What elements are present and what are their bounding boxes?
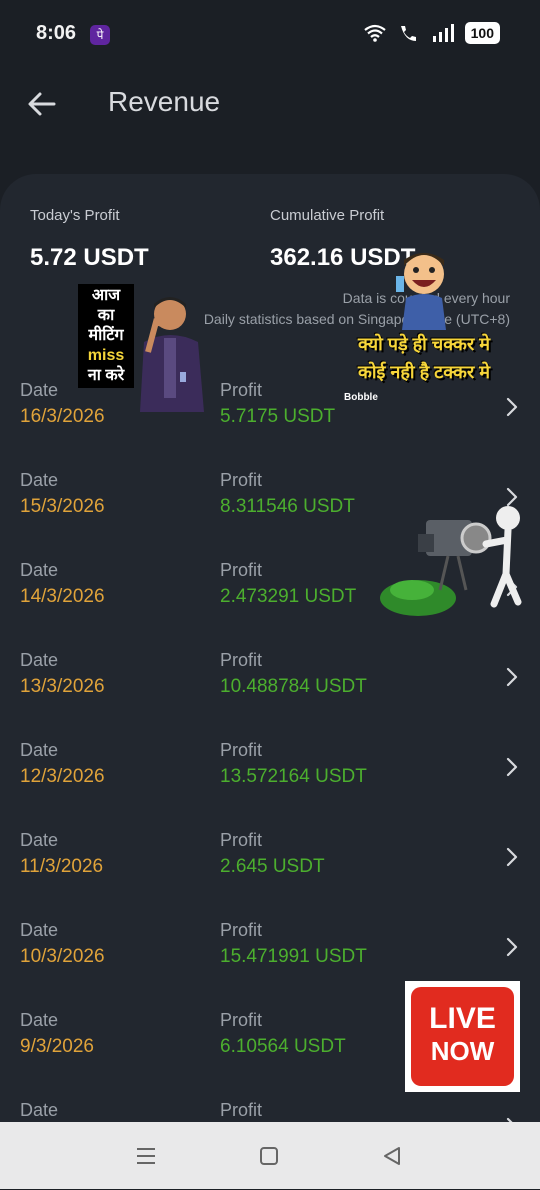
profit-label: Profit (220, 920, 263, 940)
live-now-inner: LIVE NOW (411, 987, 514, 1086)
chevron-right-icon[interactable] (504, 756, 520, 778)
wifi-call-icon (400, 26, 416, 41)
back-nav-icon[interactable] (380, 1144, 404, 1168)
todays-profit-label: Today's Profit (30, 207, 120, 224)
system-icons: 100 (363, 22, 500, 44)
status-time: 8:06 (36, 22, 77, 44)
sticker-line: मीटिंग (88, 327, 124, 344)
phonepe-notification-icon: पे (90, 25, 110, 45)
profit-label: Profit (220, 1010, 263, 1030)
sticker-caption-line: कोई नही है टक्कर मे (358, 362, 490, 382)
profit-label: Profit (220, 470, 263, 490)
profit-value: 5.7175 USDT (220, 406, 336, 427)
date-label: Date (20, 920, 59, 940)
chevron-right-icon[interactable] (504, 666, 520, 688)
date-value: 14/3/2026 (20, 586, 105, 607)
date-value: 13/3/2026 (20, 676, 105, 697)
revenue-row[interactable]: Date 13/3/2026 Profit 10.488784 USDT (0, 650, 540, 740)
back-arrow-icon[interactable] (26, 88, 58, 120)
profit-value: 2.473291 USDT (220, 586, 357, 607)
signal-icon (432, 24, 454, 42)
page-title: Revenue (108, 86, 221, 117)
sticker-line: ना करे (87, 367, 125, 384)
date-label: Date (20, 740, 59, 760)
date-label: Date (20, 470, 59, 490)
revenue-row[interactable]: Date 11/3/2026 Profit 2.645 USDT (0, 830, 540, 920)
battery-indicator: 100 (464, 22, 500, 44)
header: Revenue (0, 70, 540, 140)
sticker-line: आज (91, 287, 121, 304)
profit-value: 10.488784 USDT (220, 676, 367, 697)
chevron-right-icon[interactable] (504, 846, 520, 868)
android-nav-bar (0, 1122, 540, 1189)
date-value: 10/3/2026 (20, 946, 105, 967)
cumulative-profit-label: Cumulative Profit (270, 207, 385, 224)
revenue-row[interactable]: Date 12/3/2026 Profit 13.572164 USDT (0, 740, 540, 830)
profit-label: Profit (220, 650, 263, 670)
home-nav-icon[interactable] (257, 1144, 281, 1168)
date-label: Date (20, 830, 59, 850)
profit-label: Profit (220, 740, 263, 760)
laughing-character-illustration (396, 253, 446, 330)
date-label: Date (20, 1010, 59, 1030)
meeting-sticker: आज का मीटिंग miss ना करे (78, 284, 208, 412)
status-bar: 8:06 पे 100 (0, 0, 540, 70)
date-label: Date (20, 650, 59, 670)
live-now-badge: LIVE NOW (405, 981, 520, 1092)
menu-nav-icon[interactable] (134, 1144, 158, 1168)
sticker-text: आज का मीटिंग miss ना करे (78, 284, 134, 388)
sticker-line: का (97, 307, 115, 324)
profit-label: Profit (220, 380, 263, 400)
profit-label: Profit (220, 830, 263, 850)
sticker-caption: क्यो पड़े ही चक्कर मे कोई नही है टक्कर म… (336, 330, 512, 386)
date-label: Date (20, 1100, 59, 1120)
profit-value: 15.471991 USDT (220, 946, 367, 967)
profit-value: 2.645 USDT (220, 856, 325, 877)
wifi-icon (363, 24, 386, 42)
profit-value: 6.10564 USDT (220, 1036, 346, 1057)
date-label: Date (20, 380, 59, 400)
date-value: 9/3/2026 (20, 1036, 94, 1057)
profit-label: Profit (220, 1100, 263, 1120)
bobble-logo: Bobble (344, 392, 378, 403)
profit-label: Profit (220, 560, 263, 580)
date-value: 12/3/2026 (20, 766, 105, 787)
date-value: 11/3/2026 (20, 856, 104, 877)
money-machine-sticker (380, 506, 522, 616)
sticker-line: miss (87, 347, 125, 364)
now-text: NOW (430, 1036, 495, 1066)
sticker-caption-line: क्यो पड़े ही चक्कर मे (358, 334, 490, 354)
bobble-sticker: क्यो पड़े ही चक्कर मे कोई नही है टक्कर म… (336, 246, 512, 406)
date-label: Date (20, 560, 59, 580)
profit-value: 8.311546 USDT (220, 496, 355, 517)
live-text: LIVE (429, 1002, 496, 1035)
man-on-phone-illustration (140, 297, 204, 412)
chevron-right-icon[interactable] (504, 936, 520, 958)
date-value: 15/3/2026 (20, 496, 105, 517)
todays-profit-value: 5.72 USDT (30, 244, 149, 271)
profit-value: 13.572164 USDT (220, 766, 367, 787)
